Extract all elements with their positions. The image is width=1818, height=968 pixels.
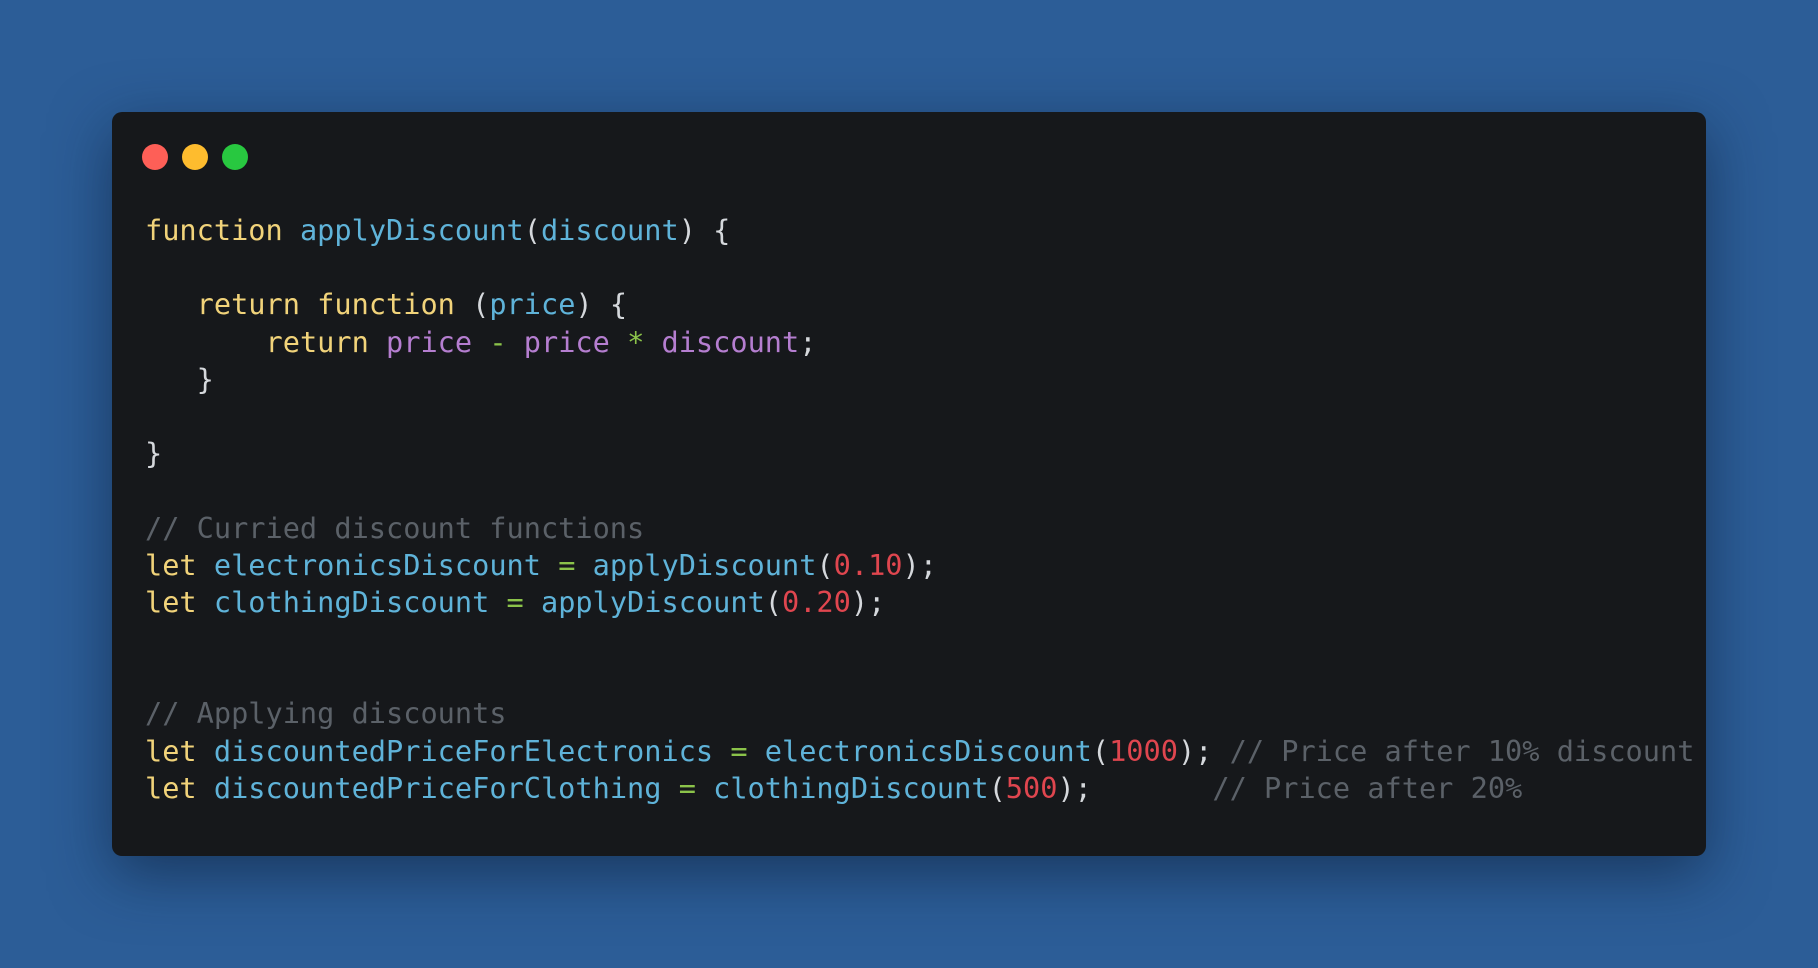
code-token-punct: ( (816, 547, 834, 582)
code-token-op: = (558, 547, 576, 582)
code-token-param: price (523, 324, 610, 359)
code-line: } (145, 435, 1694, 472)
code-token-punct: ( (764, 584, 782, 619)
code-token-op: - (489, 324, 507, 359)
code-token-punct: ); (850, 584, 886, 619)
code-token-keyword: return (265, 324, 369, 359)
code-token-keyword: let (145, 547, 197, 582)
code-token-punct: ); (1057, 770, 1213, 805)
code-token-keyword: let (145, 584, 197, 619)
code-token-punct: } (145, 436, 163, 471)
code-line: let discountedPriceForClothing = clothin… (145, 770, 1694, 807)
minimize-button[interactable] (182, 144, 208, 170)
code-token-comment: // Price after 20% (1212, 770, 1523, 805)
code-line: let electronicsDiscount = applyDiscount(… (145, 547, 1694, 584)
zoom-button[interactable] (222, 144, 248, 170)
code-block: function applyDiscount(discount) { retur… (145, 212, 1694, 807)
code-line: let clothingDiscount = applyDiscount(0.2… (145, 584, 1694, 621)
code-token-op: * (627, 324, 645, 359)
code-token-comment: // Applying discounts (145, 696, 507, 731)
code-token-param: price (386, 324, 473, 359)
code-token-keyword: function (317, 287, 455, 322)
code-token-punct: ) { (678, 213, 731, 247)
code-token-keyword: function (145, 213, 283, 247)
code-token-func: applyDiscount (299, 213, 524, 247)
close-button[interactable] (142, 144, 168, 170)
code-token-comment: // Price after 10% discount (1229, 733, 1695, 768)
code-line: function applyDiscount(discount) { (145, 212, 1694, 249)
code-token-op: = (730, 733, 748, 768)
code-token-func: clothingDiscount (713, 770, 989, 805)
code-line: } (145, 361, 1694, 398)
code-token-punct: ); (1177, 733, 1230, 768)
code-token-ident: electronicsDiscount (213, 547, 541, 582)
code-token-keyword: let (145, 733, 197, 768)
code-token-punct: ( (988, 770, 1006, 805)
code-token-keyword: return (196, 287, 300, 322)
code-token-num: 0.20 (782, 584, 851, 619)
code-token-param: discount (661, 324, 800, 359)
code-token-func: electronicsDiscount (764, 733, 1092, 768)
code-token-punct: ( (1091, 733, 1110, 768)
code-line: return function (price) { (145, 286, 1694, 323)
code-line: return price - price * discount; (145, 324, 1694, 361)
code-token-comment: // Curried discount functions (145, 510, 645, 545)
code-window: function applyDiscount(discount) { retur… (112, 112, 1706, 856)
code-token-op: = (678, 770, 696, 805)
code-token-op: = (506, 584, 524, 619)
code-token-func: applyDiscount (592, 547, 817, 582)
code-token-punct: ( (454, 287, 490, 322)
code-token-ident: clothingDiscount (213, 584, 490, 619)
code-token-ident: price (489, 287, 576, 322)
code-token-punct: } (196, 361, 214, 396)
code-token-num: 500 (1005, 770, 1058, 805)
code-line: // Curried discount functions (145, 510, 1694, 547)
code-line: let discountedPriceForElectronics = elec… (145, 733, 1694, 770)
code-token-num: 1000 (1109, 733, 1178, 768)
code-token-punct: ; (799, 324, 817, 359)
code-token-punct: ( (523, 213, 541, 247)
code-token-func: applyDiscount (540, 584, 765, 619)
code-line: // Applying discounts (145, 695, 1694, 732)
code-token-ident: discountedPriceForClothing (213, 770, 662, 805)
code-token-ident: discount (540, 213, 679, 247)
code-token-punct: ); (902, 547, 937, 582)
code-token-ident: discountedPriceForElectronics (213, 733, 714, 768)
window-titlebar (142, 144, 248, 170)
code-token-num: 0.10 (833, 547, 903, 582)
code-token-punct: ) { (575, 287, 628, 322)
code-token-keyword: let (145, 770, 197, 805)
